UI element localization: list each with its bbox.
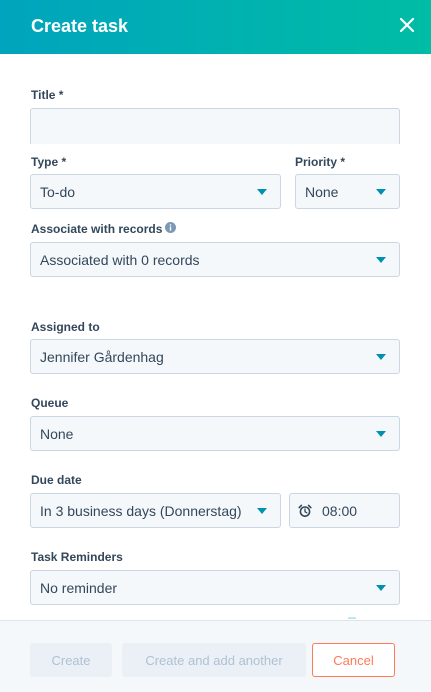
associate-value: Associated with 0 records (40, 251, 200, 268)
due-date-label: Due date (31, 473, 82, 487)
panel-title: Create task (31, 16, 129, 36)
chevron-down-icon (257, 508, 267, 514)
type-value: To-do (40, 183, 76, 200)
assigned-value: Jennifer Gårdenhag (40, 348, 164, 365)
chevron-down-icon (376, 354, 386, 360)
reminders-select[interactable]: No reminder (30, 570, 400, 605)
title-input[interactable] (30, 108, 400, 144)
priority-label: Priority * (295, 155, 346, 169)
queue-value: None (40, 425, 74, 442)
priority-value: None (305, 183, 339, 200)
chevron-down-icon (376, 585, 386, 591)
type-select[interactable]: To-do (30, 174, 281, 209)
type-label: Type * (31, 155, 67, 169)
close-button[interactable] (394, 12, 420, 38)
panel-header: Create task (0, 0, 431, 54)
associate-label: Associate with records (31, 222, 163, 236)
due-time-input[interactable]: 08:00 (289, 493, 400, 528)
create-and-add-another-button[interactable]: Create and add another (122, 643, 306, 677)
assigned-label: Assigned to (31, 320, 100, 334)
due-date-value: In 3 business days (Donnerstag) (40, 502, 242, 519)
cut-off-help-text (31, 613, 371, 619)
create-task-panel: Create task Title * Type * To-do Priorit… (0, 0, 431, 692)
due-time-value: 08:00 (322, 502, 358, 519)
queue-select[interactable]: None (30, 416, 400, 451)
close-icon (399, 17, 415, 33)
chevron-down-icon (257, 189, 267, 195)
create-button[interactable]: Create (30, 643, 112, 677)
alarm-clock-icon (298, 504, 312, 517)
chevron-down-icon (376, 431, 386, 437)
cancel-button[interactable]: Cancel (312, 643, 395, 677)
panel-footer: Create Create and add another Cancel (0, 620, 431, 692)
task-form: Title * Type * To-do Priority * None Ass… (0, 54, 431, 620)
chevron-down-icon (376, 189, 386, 195)
reminders-label: Task Reminders (31, 550, 123, 564)
info-icon[interactable] (165, 222, 176, 233)
assigned-select[interactable]: Jennifer Gårdenhag (30, 339, 400, 374)
title-label: Title * (31, 88, 64, 102)
queue-label: Queue (31, 396, 69, 410)
due-date-select[interactable]: In 3 business days (Donnerstag) (30, 493, 281, 528)
associate-select[interactable]: Associated with 0 records (30, 242, 400, 277)
chevron-down-icon (376, 257, 386, 263)
priority-select[interactable]: None (295, 174, 400, 209)
reminders-value: No reminder (40, 579, 118, 596)
